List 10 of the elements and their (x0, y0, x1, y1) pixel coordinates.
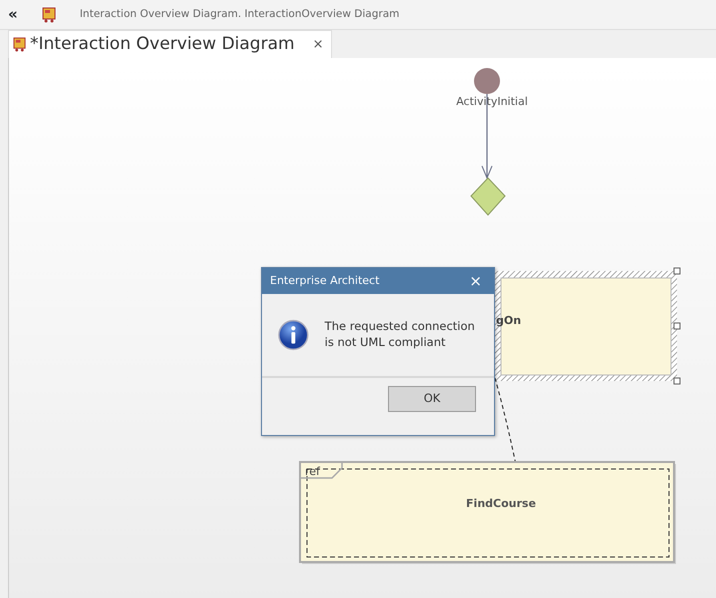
node-label: gOn (496, 314, 522, 327)
close-button[interactable]: × (465, 274, 486, 288)
tab[interactable]: *Interaction Overview Diagram × (8, 30, 332, 58)
collapse-icon[interactable]: « (8, 3, 18, 26)
dialog-title: Enterprise Architect (270, 272, 380, 289)
dialog-message: The requested connection is not UML compliant (324, 319, 476, 351)
close-icon[interactable]: × (312, 34, 324, 54)
breadcrumb: Interaction Overview Diagram. InteractionOverview Diagram (80, 6, 400, 22)
ok-button[interactable]: OK (388, 386, 476, 412)
node-label: FindCourse (466, 497, 536, 510)
